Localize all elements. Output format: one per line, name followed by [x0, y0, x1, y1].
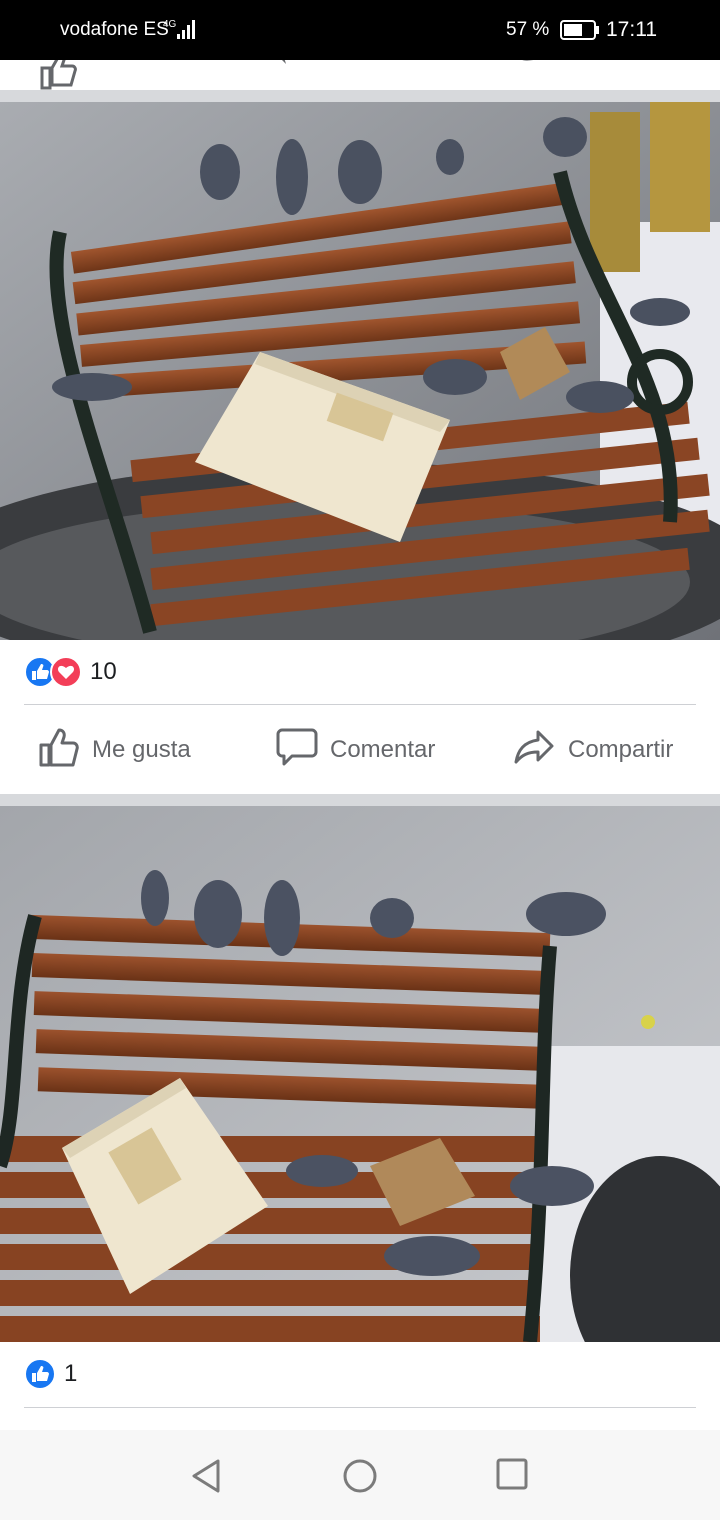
reaction-count: 10	[90, 658, 117, 685]
recents-icon[interactable]	[496, 1458, 528, 1495]
signal-icon: 4G	[163, 18, 199, 46]
comment-label: Comentar	[330, 736, 436, 763]
comment-icon	[276, 726, 330, 775]
post-photo[interactable]	[0, 806, 720, 1342]
share-label: Compartir	[568, 736, 674, 763]
comment-button[interactable]: Comentar	[276, 710, 435, 790]
back-icon[interactable]	[190, 1458, 222, 1499]
battery-icon	[560, 20, 600, 46]
reaction-count: 1	[64, 1360, 78, 1387]
reactions-divider	[24, 704, 696, 705]
feed-separator	[0, 90, 720, 102]
network-type: 4G	[163, 19, 177, 30]
share-icon	[514, 726, 568, 775]
reaction-summary[interactable]: 10	[24, 652, 117, 692]
previous-post-actions	[0, 60, 720, 90]
feed-separator	[0, 794, 720, 806]
like-icon[interactable]	[38, 60, 78, 90]
love-reaction-icon	[50, 656, 82, 688]
reactions-divider	[24, 1407, 696, 1408]
comment-icon[interactable]	[280, 60, 300, 75]
battery-percent: 57 %	[506, 19, 550, 40]
status-bar: vodafone ES 4G 57 % 17:11	[0, 0, 720, 60]
carrier-name: vodafone ES	[60, 19, 169, 40]
like-icon	[38, 726, 92, 775]
system-nav-bar	[0, 1430, 720, 1520]
share-icon[interactable]	[512, 60, 542, 75]
post-actions: Me gusta Comentar Compartir	[0, 710, 720, 790]
like-reaction-icon	[24, 1358, 56, 1390]
post-photo[interactable]	[0, 102, 720, 640]
reaction-summary[interactable]: 1	[24, 1354, 77, 1394]
clock: 17:11	[606, 18, 657, 41]
home-icon[interactable]	[342, 1458, 378, 1499]
share-button[interactable]: Compartir	[514, 710, 673, 790]
like-label: Me gusta	[92, 736, 191, 763]
like-button[interactable]: Me gusta	[38, 710, 191, 790]
